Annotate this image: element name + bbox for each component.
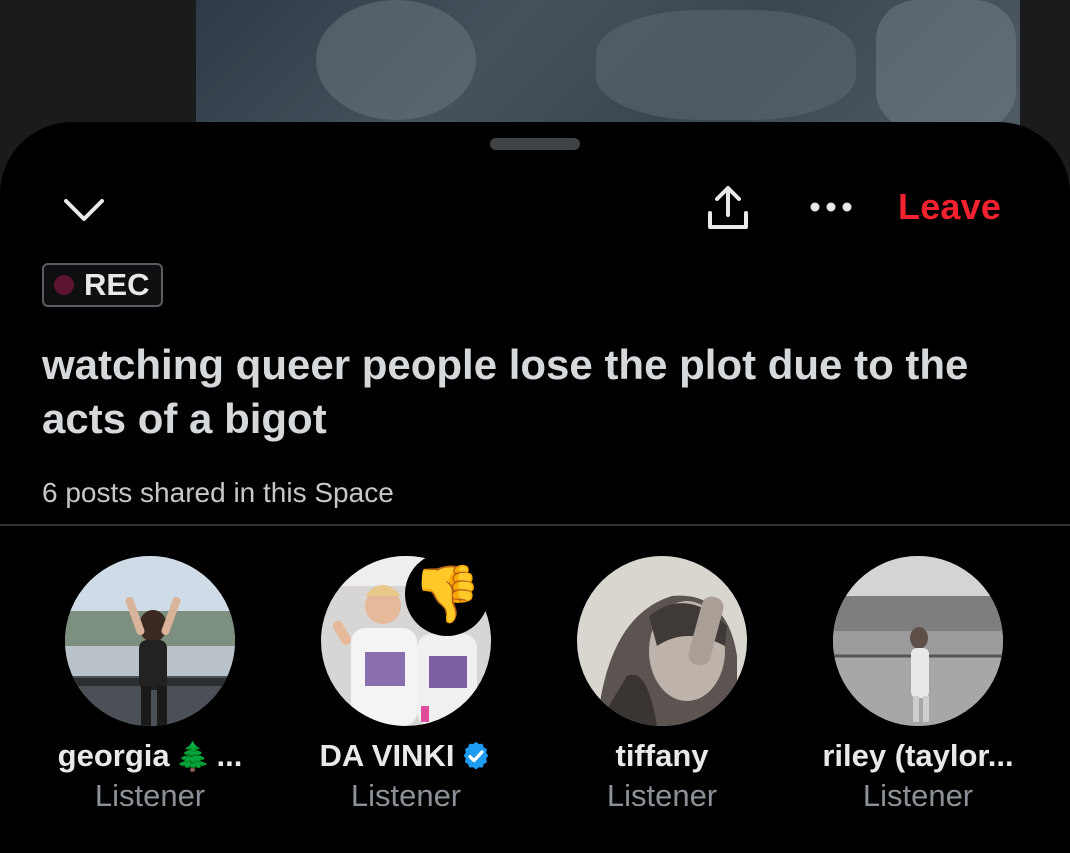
listener-role: Listener [606, 778, 718, 813]
divider [0, 524, 1070, 526]
record-dot-icon [54, 275, 74, 295]
share-icon [708, 186, 748, 229]
listener-role: Listener [94, 778, 206, 813]
name-truncation: ... [216, 738, 243, 773]
listener-georgia[interactable]: georgia 🌲 ... Listener [40, 556, 260, 814]
listener-role: Listener [862, 778, 974, 813]
space-title: watching queer people lose the plot due … [42, 341, 969, 442]
recording-label: REC [84, 267, 150, 302]
listener-role: Listener [350, 778, 462, 813]
avatar[interactable] [833, 556, 1003, 726]
listener-name: tiffany [615, 738, 709, 773]
listener-name: georgia [57, 738, 170, 773]
recording-badge: REC [42, 263, 164, 307]
space-sheet: Leave REC watching queer people lose the… [0, 122, 1070, 853]
collapse-button[interactable] [58, 184, 110, 236]
avatar[interactable] [65, 556, 235, 726]
listener-riley[interactable]: riley (taylor... Listener [808, 556, 1028, 814]
tree-emoji: 🌲 [175, 740, 211, 772]
drag-handle[interactable] [490, 138, 580, 150]
more-icon [810, 202, 852, 212]
verified-badge-icon [464, 741, 489, 770]
leave-button[interactable]: Leave [898, 185, 1001, 229]
thumbs-down-reaction: 👎 [405, 552, 489, 636]
more-options-button[interactable] [804, 182, 858, 232]
listener-tiffany[interactable]: tiffany Listener [552, 556, 772, 814]
posts-shared-link[interactable]: 6 posts shared in this Space [42, 477, 394, 509]
listener-name: DA VINKI [319, 738, 455, 773]
listener-name: riley (taylor... [822, 738, 1014, 773]
share-button[interactable] [700, 180, 756, 236]
chevron-down-icon [64, 199, 104, 221]
avatar[interactable] [577, 556, 747, 726]
